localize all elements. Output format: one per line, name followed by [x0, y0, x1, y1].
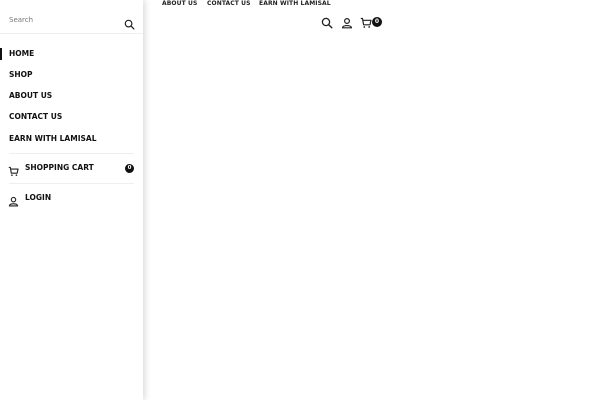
menu-item-label: EARN WITH LAMISAL — [9, 134, 97, 143]
menu-item-about-us[interactable]: ABOUT US — [0, 88, 143, 104]
drawer-search — [0, 0, 143, 34]
nav-item-contact-us[interactable]: CONTACT US — [207, 0, 251, 7]
login-label: LOGIN — [25, 193, 52, 202]
page: ‹ ABOUT US CONTACT US EARN WITH LAMISAL … — [0, 0, 600, 400]
menu-divider — [9, 153, 134, 154]
nav-item-about-us[interactable]: ABOUT US — [162, 0, 197, 7]
nav-item-earn-with-lamisal[interactable]: EARN WITH LAMISAL — [259, 0, 331, 7]
shopping-cart-link[interactable]: SHOPPING CART 0 — [0, 159, 143, 177]
menu-divider — [9, 183, 134, 184]
user-icon[interactable] — [341, 14, 355, 29]
menu-item-label: ABOUT US — [9, 91, 53, 100]
login-link[interactable]: LOGIN — [0, 189, 143, 207]
menu-item-home[interactable]: HOME — [0, 46, 143, 62]
menu-item-label: HOME — [9, 49, 35, 58]
menu-item-shop[interactable]: SHOP — [0, 67, 143, 83]
user-icon — [8, 192, 19, 207]
menu-item-contact-us[interactable]: CONTACT US — [0, 109, 143, 125]
shopping-cart-label: SHOPPING CART — [25, 163, 94, 172]
search-input[interactable] — [9, 14, 114, 26]
menu-item-label: SHOP — [9, 70, 33, 79]
menu-item-label: CONTACT US — [9, 112, 63, 121]
shopping-cart-count-badge: 0 — [125, 164, 134, 173]
cart-icon — [8, 162, 19, 176]
search-icon[interactable] — [321, 14, 335, 29]
search-button-icon[interactable] — [124, 15, 135, 30]
menu-item-earn-with-lamisal[interactable]: EARN WITH LAMISAL — [0, 131, 143, 147]
mobile-menu-drawer: HOME SHOP ABOUT US CONTACT US EARN WITH … — [0, 0, 143, 400]
cart-count-badge: 0 — [372, 17, 382, 27]
